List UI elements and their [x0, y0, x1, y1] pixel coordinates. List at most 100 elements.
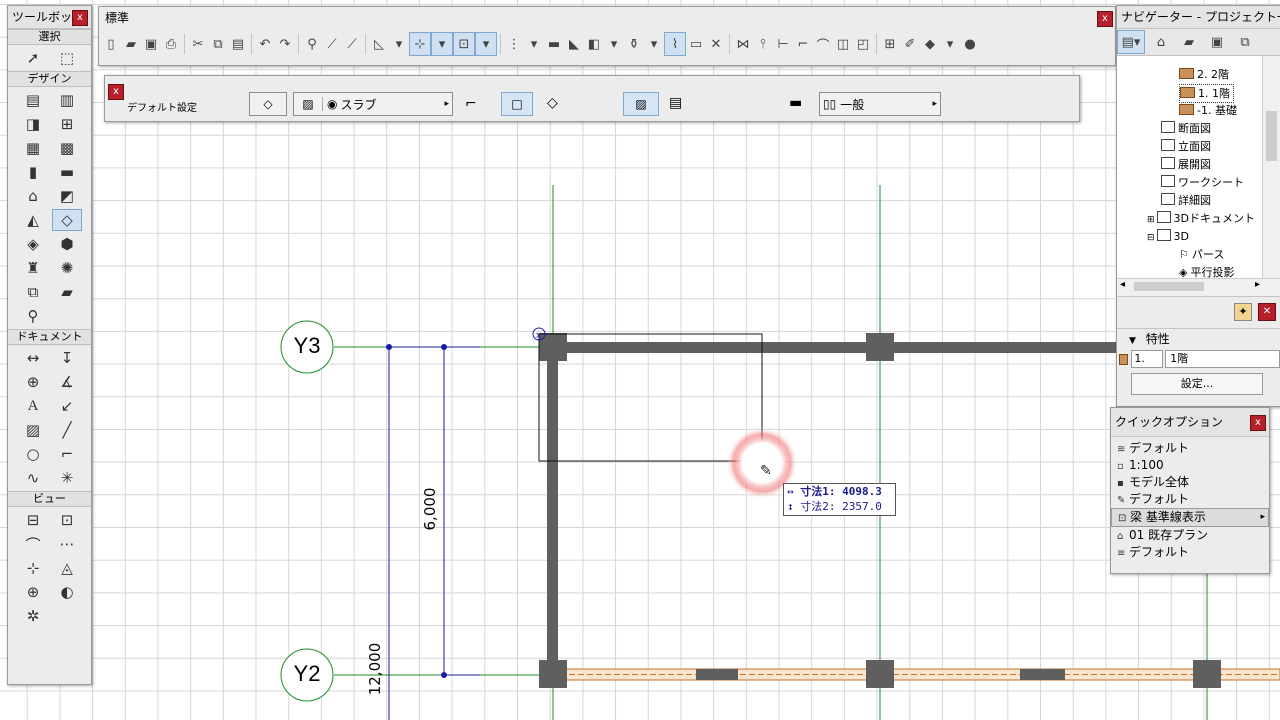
cut-icon[interactable]: ✂ — [188, 33, 208, 55]
morph-tool-icon[interactable]: ⬢ — [52, 233, 82, 255]
quick-option-renovation-filter[interactable]: ⌂ 01 既存プラン — [1111, 527, 1269, 544]
undo-icon[interactable]: ↶ — [255, 33, 275, 55]
dropdown-arrow-icon[interactable]: ▾ — [644, 33, 664, 55]
line-tool-icon[interactable]: ╱ — [52, 419, 82, 441]
rotated-rectangle-icon[interactable]: ◇ — [547, 95, 558, 111]
elevation-dimension-tool-icon[interactable]: ⊕ — [18, 371, 48, 393]
quick-option-model-view[interactable]: ⊡ 梁 基準線表示 ▸ — [1111, 508, 1269, 527]
eyedropper-icon[interactable]: ⟋ — [322, 33, 342, 55]
trace-icon[interactable]: ⚱ — [624, 33, 644, 55]
quick-option-dimension[interactable]: ≡ デフォルト — [1111, 544, 1269, 561]
tree-item-sections[interactable]: 断面図 — [1161, 120, 1211, 137]
slab-tool-icon[interactable]: ◇ — [52, 209, 82, 231]
layer-icon[interactable]: ◣ — [564, 33, 584, 55]
quick-option-structure-display[interactable]: ▪ モデル全体 — [1111, 474, 1269, 491]
door-tool-icon[interactable]: ◨ — [18, 113, 48, 135]
worksheet-tool-icon[interactable]: ⋯ — [52, 533, 82, 555]
column-round-tool-icon[interactable]: ▮ — [18, 161, 48, 183]
layer-selector[interactable]: ▨ ◉ スラブ ▸ — [293, 92, 453, 116]
align-icon[interactable]: ⫯ — [753, 33, 773, 55]
collapse-minus-icon[interactable]: ⊟ — [1147, 233, 1155, 243]
wall-tool-icon[interactable]: ▤ — [18, 89, 48, 111]
home-icon[interactable]: ⌂ — [1151, 31, 1171, 53]
story-number-field[interactable]: 1. — [1131, 350, 1164, 368]
print-icon[interactable]: ⎙ — [161, 33, 181, 55]
structure-selector[interactable]: ▯▯ 一般 ▸ — [819, 92, 941, 116]
tree-item-worksheets[interactable]: ワークシート — [1161, 174, 1244, 191]
dropdown-arrow-icon[interactable]: ▾ — [940, 33, 960, 55]
save-icon[interactable]: ▣ — [141, 33, 161, 55]
toolbox-title-bar[interactable]: ツールボッ... x — [8, 6, 91, 29]
level-dimension-tool-icon[interactable]: ↧ — [52, 347, 82, 369]
railing-tool-icon[interactable]: ▰ — [52, 281, 82, 303]
expand-plus-icon[interactable]: ⊞ — [1147, 215, 1155, 225]
3d-camera-tool-icon[interactable]: ✲ — [18, 605, 48, 627]
navigator-tool-icon[interactable]: ◆ — [920, 33, 940, 55]
surface-hatch-icon[interactable]: ▤ — [669, 95, 682, 111]
tree-item-details[interactable]: 詳細図 — [1161, 192, 1211, 209]
spline-tool-icon[interactable]: ∿ — [18, 467, 48, 489]
drafting-aids-icon[interactable]: ◺ — [369, 33, 389, 55]
new-folder-icon[interactable]: ✦ — [1234, 303, 1252, 321]
dropdown-arrow-icon[interactable]: ▾ — [604, 33, 624, 55]
dropdown-arrow-icon[interactable]: ▾ — [524, 33, 544, 55]
dropdown-arrow-icon[interactable]: ▾ — [431, 32, 453, 56]
hotspot-tool-icon[interactable]: ✳ — [52, 467, 82, 489]
delete-icon[interactable]: ✕ — [1258, 303, 1276, 321]
fill-tool-icon[interactable]: ▨ — [18, 419, 48, 441]
marquee-tool-icon[interactable]: ⬚ — [52, 47, 82, 69]
quick-option-scale[interactable]: ▫ 1:100 — [1111, 457, 1269, 474]
skylight-tool-icon[interactable]: ◭ — [18, 209, 48, 231]
split-icon[interactable]: ◫ — [833, 33, 853, 55]
open-folder-icon[interactable]: ▰ — [121, 33, 141, 55]
delete-icon[interactable]: ✕ — [706, 33, 726, 55]
beam-tool-icon[interactable]: ▬ — [52, 161, 82, 183]
tree-item-perspective[interactable]: ⚐ パース — [1179, 246, 1224, 263]
column-tool-icon[interactable]: ▥ — [52, 89, 82, 111]
guide-lines-icon[interactable]: ⊹ — [409, 32, 431, 56]
tree-item-story-foundation[interactable]: -1. 基礎 — [1179, 102, 1237, 119]
figure-tool-icon[interactable]: ◐ — [52, 581, 82, 603]
tree-item-story-1[interactable]: 1. 1階 — [1179, 84, 1234, 103]
window-tool-icon[interactable]: ⊞ — [52, 113, 82, 135]
stack-icon[interactable]: ◧ — [584, 33, 604, 55]
syringe-icon[interactable]: ⟋ — [342, 33, 362, 55]
interior-elevation-tool-icon[interactable]: ⌒ — [18, 533, 48, 555]
change-tool-icon[interactable]: ◬ — [52, 557, 82, 579]
redo-icon[interactable]: ↷ — [275, 33, 295, 55]
3d-sphere-icon[interactable]: ● — [960, 33, 980, 55]
slab-hatch-button[interactable]: ▨ — [623, 92, 659, 116]
settings-button[interactable]: 設定... — [1131, 373, 1263, 395]
geometry-method-polygon-icon[interactable]: ⌐ — [465, 96, 477, 112]
navigator-title-bar[interactable]: ナビゲーター - プロジェクト一覧 — [1117, 6, 1280, 29]
camera-tool-icon[interactable]: ⊕ — [18, 581, 48, 603]
paste-icon[interactable]: ▤ — [228, 33, 248, 55]
grid-snap-icon[interactable]: ⋮ — [504, 33, 524, 55]
scroll-right-icon[interactable]: ▸ — [1255, 279, 1260, 290]
new-file-icon[interactable]: ▯ — [101, 33, 121, 55]
properties-header[interactable]: ▼ 特性 — [1117, 329, 1280, 349]
tree-item-elevations[interactable]: 立面図 — [1161, 138, 1211, 155]
circle-tool-icon[interactable]: ○ — [18, 443, 48, 465]
section-tool-icon[interactable]: ⊟ — [18, 509, 48, 531]
fillet-icon[interactable]: ⌐ — [793, 33, 813, 55]
close-icon[interactable]: x — [72, 10, 88, 26]
scrollbar-thumb[interactable] — [1266, 111, 1277, 161]
tree-horizontal-scrollbar[interactable]: ◂ ▸ — [1117, 278, 1280, 295]
scrollbar-thumb[interactable] — [1134, 282, 1204, 291]
slab-settings-button[interactable]: ◇ — [249, 92, 287, 116]
magic-wand-icon[interactable]: ⌇ — [664, 32, 686, 56]
quick-options-title-bar[interactable]: クイックオプション x — [1111, 408, 1269, 437]
curtain-wall-tool-icon[interactable]: ▩ — [52, 137, 82, 159]
resize-icon[interactable]: ◰ — [853, 33, 873, 55]
dimension-tool-icon[interactable]: ↔ — [18, 347, 48, 369]
shell-tool-icon[interactable]: ◩ — [52, 185, 82, 207]
dimension-markers-icon[interactable]: ▭ — [686, 33, 706, 55]
roof-tool-icon[interactable]: ⌂ — [18, 185, 48, 207]
close-icon[interactable]: x — [1250, 415, 1266, 431]
tree-item-3d-documents[interactable]: ⊞ 3Dドキュメント — [1147, 210, 1255, 227]
pencil-eraser-icon[interactable]: ✐ — [900, 33, 920, 55]
label-tool-icon[interactable]: ↙ — [52, 395, 82, 417]
copy-icon[interactable]: ⧉ — [208, 33, 228, 55]
folder-icon[interactable]: ▰ — [1179, 31, 1199, 53]
